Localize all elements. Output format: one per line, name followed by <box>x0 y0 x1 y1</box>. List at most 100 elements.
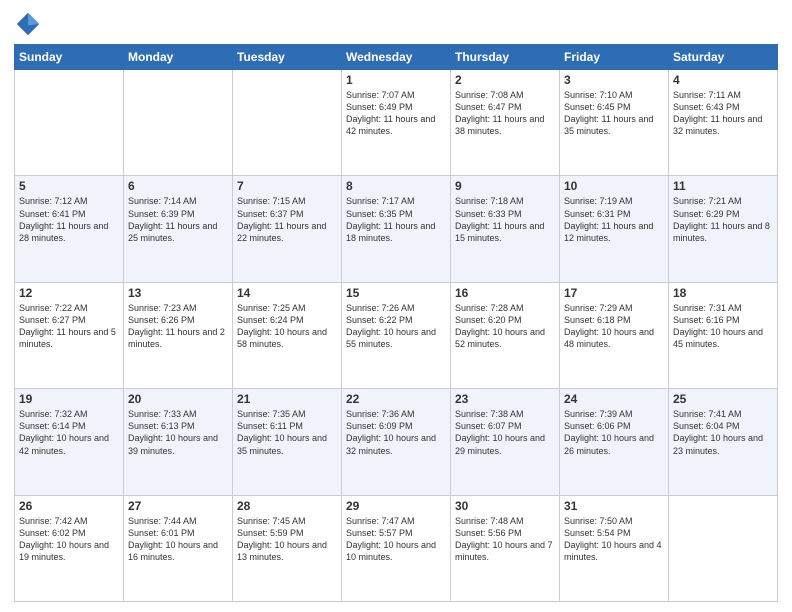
calendar-cell <box>15 70 124 176</box>
day-number: 1 <box>346 73 446 87</box>
calendar-cell: 7Sunrise: 7:15 AM Sunset: 6:37 PM Daylig… <box>233 176 342 282</box>
calendar-cell: 12 Sunrise: 7:22 AM Sunset: 6:27 PM Dayli… <box>15 282 124 388</box>
day-number: 31 <box>564 499 664 513</box>
day-number: 22 <box>346 392 446 406</box>
day-number: 30 <box>455 499 555 513</box>
cell-info: Sunrise: 7:25 AM Sunset: 6:24 PM Dayligh… <box>237 302 337 351</box>
calendar-cell: 29 Sunrise: 7:47 AM Sunset: 5:57 PM Dayli… <box>342 495 451 601</box>
cell-info: Sunrise: 7:32 AM Sunset: 6:14 PM Dayligh… <box>19 408 119 457</box>
calendar-cell: 25 Sunrise: 7:41 AM Sunset: 6:04 PM Dayli… <box>669 389 778 495</box>
cell-info: Sunrise: 7:18 AM Sunset: 6:33 PM Dayligh… <box>455 195 555 244</box>
cell-info: Sunrise: 7:31 AM Sunset: 6:16 PM Dayligh… <box>673 302 773 351</box>
calendar-cell: 28 Sunrise: 7:45 AM Sunset: 5:59 PM Dayli… <box>233 495 342 601</box>
weekday-header: Monday <box>124 45 233 70</box>
calendar-cell: 26 Sunrise: 7:42 AM Sunset: 6:02 PM Dayli… <box>15 495 124 601</box>
calendar-cell: 20 Sunrise: 7:33 AM Sunset: 6:13 PM Dayli… <box>124 389 233 495</box>
logo-icon <box>14 10 42 38</box>
calendar-cell: 4Sunrise: 7:11 AM Sunset: 6:43 PM Daylig… <box>669 70 778 176</box>
calendar-table: SundayMondayTuesdayWednesdayThursdayFrid… <box>14 44 778 602</box>
cell-info: Sunrise: 7:28 AM Sunset: 6:20 PM Dayligh… <box>455 302 555 351</box>
calendar-cell: 16 Sunrise: 7:28 AM Sunset: 6:20 PM Dayli… <box>451 282 560 388</box>
cell-info: Sunrise: 7:35 AM Sunset: 6:11 PM Dayligh… <box>237 408 337 457</box>
weekday-header: Saturday <box>669 45 778 70</box>
day-number: 8 <box>346 179 446 193</box>
calendar-cell: 14Sunrise: 7:25 AM Sunset: 6:24 PM Dayli… <box>233 282 342 388</box>
cell-info: Sunrise: 7:23 AM Sunset: 6:26 PM Dayligh… <box>128 302 228 351</box>
cell-info: Sunrise: 7:42 AM Sunset: 6:02 PM Dayligh… <box>19 515 119 564</box>
calendar-cell: 17 Sunrise: 7:29 AM Sunset: 6:18 PM Dayli… <box>560 282 669 388</box>
calendar-cell: 31 Sunrise: 7:50 AM Sunset: 5:54 PM Dayli… <box>560 495 669 601</box>
cell-info: Sunrise: 7:22 AM Sunset: 6:27 PM Dayligh… <box>19 302 119 351</box>
day-number: 12 <box>19 286 119 300</box>
day-number: 11 <box>673 179 773 193</box>
cell-info: Sunrise: 7:26 AM Sunset: 6:22 PM Dayligh… <box>346 302 446 351</box>
day-number: 28 <box>237 499 337 513</box>
cell-info: Sunrise: 7:07 AM Sunset: 6:49 PM Dayligh… <box>346 89 446 138</box>
calendar-cell <box>124 70 233 176</box>
weekday-header: Sunday <box>15 45 124 70</box>
header <box>14 10 778 38</box>
day-number: 10 <box>564 179 664 193</box>
calendar-cell: 13 Sunrise: 7:23 AM Sunset: 6:26 PM Dayli… <box>124 282 233 388</box>
day-number: 16 <box>455 286 555 300</box>
calendar-cell: 1 Sunrise: 7:07 AM Sunset: 6:49 PM Daylig… <box>342 70 451 176</box>
calendar-cell: 22 Sunrise: 7:36 AM Sunset: 6:09 PM Dayli… <box>342 389 451 495</box>
calendar-cell: 6 Sunrise: 7:14 AM Sunset: 6:39 PM Daylig… <box>124 176 233 282</box>
cell-info: Sunrise: 7:11 AM Sunset: 6:43 PM Dayligh… <box>673 89 773 138</box>
calendar-week-row: 19 Sunrise: 7:32 AM Sunset: 6:14 PM Dayli… <box>15 389 778 495</box>
cell-info: Sunrise: 7:39 AM Sunset: 6:06 PM Dayligh… <box>564 408 664 457</box>
day-number: 9 <box>455 179 555 193</box>
calendar-cell: 11Sunrise: 7:21 AM Sunset: 6:29 PM Dayli… <box>669 176 778 282</box>
day-number: 2 <box>455 73 555 87</box>
day-number: 17 <box>564 286 664 300</box>
calendar-cell <box>669 495 778 601</box>
cell-info: Sunrise: 7:47 AM Sunset: 5:57 PM Dayligh… <box>346 515 446 564</box>
cell-info: Sunrise: 7:14 AM Sunset: 6:39 PM Dayligh… <box>128 195 228 244</box>
cell-info: Sunrise: 7:44 AM Sunset: 6:01 PM Dayligh… <box>128 515 228 564</box>
day-number: 13 <box>128 286 228 300</box>
cell-info: Sunrise: 7:15 AM Sunset: 6:37 PM Dayligh… <box>237 195 337 244</box>
weekday-header: Tuesday <box>233 45 342 70</box>
weekday-header: Wednesday <box>342 45 451 70</box>
calendar-header-row: SundayMondayTuesdayWednesdayThursdayFrid… <box>15 45 778 70</box>
day-number: 25 <box>673 392 773 406</box>
cell-info: Sunrise: 7:10 AM Sunset: 6:45 PM Dayligh… <box>564 89 664 138</box>
day-number: 27 <box>128 499 228 513</box>
cell-info: Sunrise: 7:38 AM Sunset: 6:07 PM Dayligh… <box>455 408 555 457</box>
calendar-cell: 30 Sunrise: 7:48 AM Sunset: 5:56 PM Dayli… <box>451 495 560 601</box>
calendar-cell: 2 Sunrise: 7:08 AM Sunset: 6:47 PM Daylig… <box>451 70 560 176</box>
cell-info: Sunrise: 7:19 AM Sunset: 6:31 PM Dayligh… <box>564 195 664 244</box>
cell-info: Sunrise: 7:29 AM Sunset: 6:18 PM Dayligh… <box>564 302 664 351</box>
calendar-cell: 8 Sunrise: 7:17 AM Sunset: 6:35 PM Daylig… <box>342 176 451 282</box>
day-number: 29 <box>346 499 446 513</box>
calendar-week-row: 12 Sunrise: 7:22 AM Sunset: 6:27 PM Dayli… <box>15 282 778 388</box>
page: SundayMondayTuesdayWednesdayThursdayFrid… <box>0 0 792 612</box>
cell-info: Sunrise: 7:17 AM Sunset: 6:35 PM Dayligh… <box>346 195 446 244</box>
calendar-cell: 19 Sunrise: 7:32 AM Sunset: 6:14 PM Dayli… <box>15 389 124 495</box>
cell-info: Sunrise: 7:45 AM Sunset: 5:59 PM Dayligh… <box>237 515 337 564</box>
day-number: 6 <box>128 179 228 193</box>
calendar-week-row: 5Sunrise: 7:12 AM Sunset: 6:41 PM Daylig… <box>15 176 778 282</box>
day-number: 20 <box>128 392 228 406</box>
cell-info: Sunrise: 7:33 AM Sunset: 6:13 PM Dayligh… <box>128 408 228 457</box>
day-number: 19 <box>19 392 119 406</box>
calendar-cell: 10 Sunrise: 7:19 AM Sunset: 6:31 PM Dayli… <box>560 176 669 282</box>
calendar-cell: 27 Sunrise: 7:44 AM Sunset: 6:01 PM Dayli… <box>124 495 233 601</box>
cell-info: Sunrise: 7:36 AM Sunset: 6:09 PM Dayligh… <box>346 408 446 457</box>
day-number: 26 <box>19 499 119 513</box>
day-number: 18 <box>673 286 773 300</box>
weekday-header: Thursday <box>451 45 560 70</box>
calendar-cell: 23Sunrise: 7:38 AM Sunset: 6:07 PM Dayli… <box>451 389 560 495</box>
cell-info: Sunrise: 7:48 AM Sunset: 5:56 PM Dayligh… <box>455 515 555 564</box>
calendar-cell <box>233 70 342 176</box>
day-number: 5 <box>19 179 119 193</box>
logo <box>14 10 46 38</box>
calendar-cell: 9 Sunrise: 7:18 AM Sunset: 6:33 PM Daylig… <box>451 176 560 282</box>
cell-info: Sunrise: 7:08 AM Sunset: 6:47 PM Dayligh… <box>455 89 555 138</box>
cell-info: Sunrise: 7:41 AM Sunset: 6:04 PM Dayligh… <box>673 408 773 457</box>
calendar-cell: 3Sunrise: 7:10 AM Sunset: 6:45 PM Daylig… <box>560 70 669 176</box>
cell-info: Sunrise: 7:50 AM Sunset: 5:54 PM Dayligh… <box>564 515 664 564</box>
calendar-week-row: 26 Sunrise: 7:42 AM Sunset: 6:02 PM Dayli… <box>15 495 778 601</box>
calendar-week-row: 1 Sunrise: 7:07 AM Sunset: 6:49 PM Daylig… <box>15 70 778 176</box>
day-number: 15 <box>346 286 446 300</box>
